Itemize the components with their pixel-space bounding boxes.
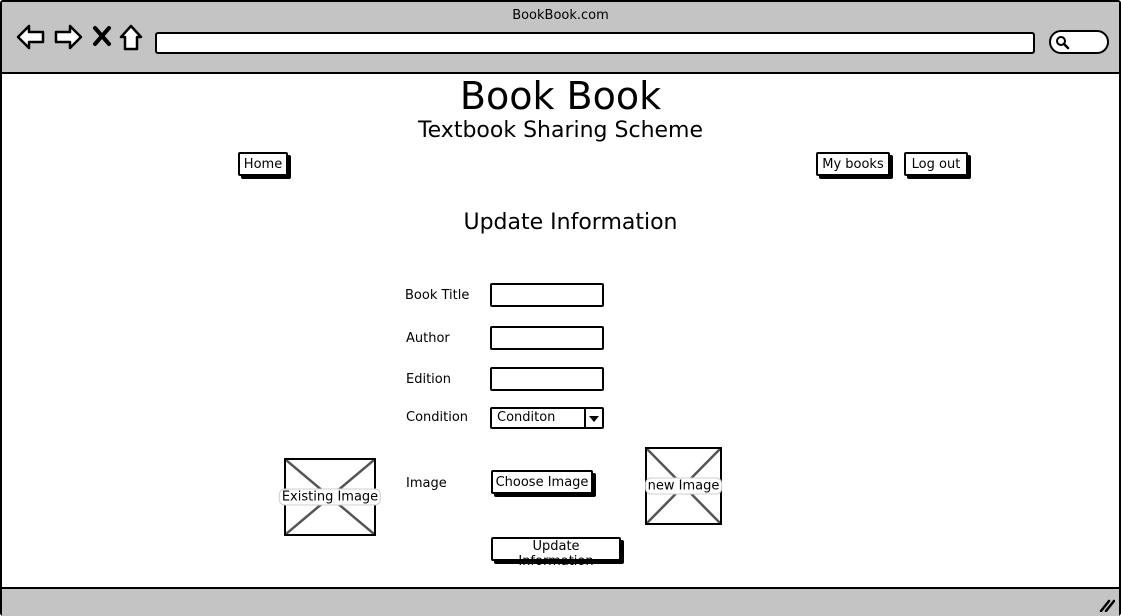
new-image-placeholder: new Image — [644, 447, 723, 525]
window-title: BookBook.com — [512, 8, 609, 23]
dropdown-arrow-icon[interactable] — [584, 409, 602, 427]
forward-arrow-icon[interactable] — [53, 22, 83, 52]
page-content: Book Book Textbook Sharing Scheme Home M… — [2, 74, 1119, 587]
browser-window: BookBook.com Book Book Textbook Sharing … — [0, 0, 1121, 616]
condition-selected-value: Conditon — [497, 410, 556, 425]
new-image-label: new Image — [644, 477, 723, 495]
my-books-button[interactable]: My books — [816, 152, 890, 176]
book-title-label: Book Title — [405, 288, 470, 303]
page-heading: Update Information — [463, 210, 678, 235]
author-input[interactable] — [490, 326, 604, 350]
edition-input[interactable] — [490, 367, 604, 391]
condition-select[interactable]: Conditon — [490, 407, 604, 429]
close-x-icon[interactable] — [91, 22, 121, 52]
home-button[interactable]: Home — [238, 152, 288, 176]
edition-label: Edition — [406, 372, 451, 387]
status-bar — [2, 587, 1119, 616]
address-bar[interactable] — [155, 32, 1035, 54]
browser-search-box[interactable] — [1049, 30, 1109, 54]
choose-image-button[interactable]: Choose Image — [491, 470, 593, 494]
book-title-input[interactable] — [490, 283, 604, 307]
resize-grip-icon[interactable] — [1099, 598, 1115, 612]
existing-image-placeholder: Existing Image — [278, 458, 382, 536]
image-label: Image — [406, 476, 447, 491]
browser-chrome: BookBook.com — [2, 2, 1119, 74]
log-out-button[interactable]: Log out — [904, 152, 968, 176]
back-arrow-icon[interactable] — [16, 22, 46, 52]
site-title: Book Book — [459, 74, 662, 118]
home-icon[interactable] — [118, 22, 148, 52]
search-icon — [1056, 36, 1070, 50]
update-information-button[interactable]: Update Information — [491, 537, 621, 569]
author-label: Author — [406, 331, 450, 346]
existing-image-label: Existing Image — [278, 488, 382, 506]
site-subtitle: Textbook Sharing Scheme — [417, 118, 704, 143]
condition-label: Condition — [406, 410, 469, 425]
